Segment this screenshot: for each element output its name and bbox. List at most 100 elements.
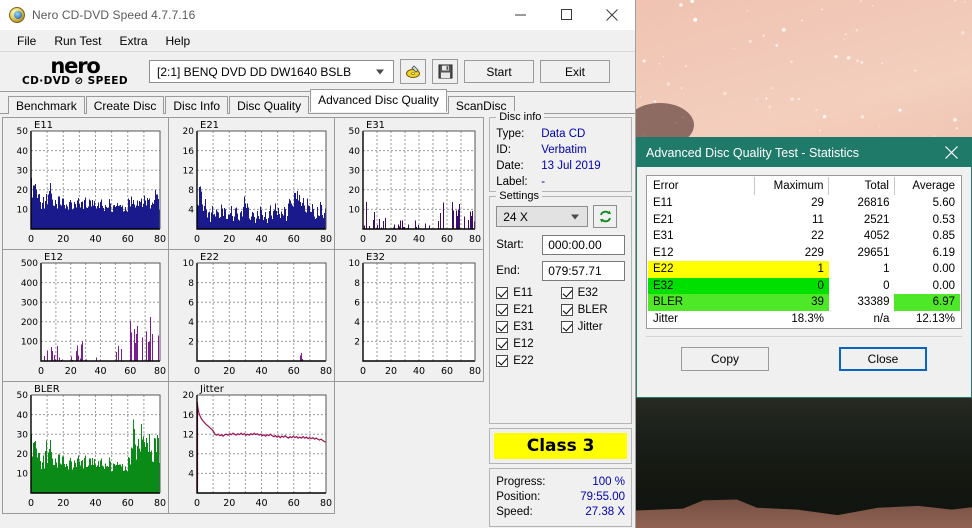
exit-button[interactable]: Exit (540, 60, 610, 83)
drive-select[interactable]: [2:1] BENQ DVD DD DW1640 BSLB (149, 60, 394, 83)
svg-text:10: 10 (183, 259, 195, 269)
svg-text:40: 40 (89, 234, 101, 245)
checkbox-e32-label: E32 (577, 287, 599, 299)
checkbox-e11[interactable]: E11 (496, 287, 560, 299)
disc-info-id-value: Verbatim (541, 144, 587, 156)
svg-text:0: 0 (194, 366, 200, 377)
svg-text:60: 60 (288, 366, 300, 377)
close-icon[interactable] (931, 138, 971, 167)
checkbox-bler[interactable]: BLER (560, 304, 625, 316)
progress-value: 100 % (592, 476, 625, 488)
chart-bler: BLER 10 20 30 40 50 0 20 40 60 80 (2, 381, 169, 514)
tab-benchmark[interactable]: Benchmark (8, 96, 85, 115)
svg-text:80: 80 (320, 234, 332, 245)
menu-help[interactable]: Help (157, 32, 200, 50)
checkbox-e31[interactable]: E31 (496, 321, 560, 333)
table-row[interactable]: E21 11 2521 0.53 (648, 212, 960, 229)
disc-info-label-label: Label: (496, 176, 528, 188)
svg-text:2: 2 (354, 338, 360, 348)
tab-disc-quality[interactable]: Disc Quality (229, 96, 310, 115)
table-row[interactable]: E12 229 29651 6.19 (648, 245, 960, 262)
close-button[interactable]: Close (839, 346, 927, 371)
svg-text:0: 0 (194, 498, 200, 509)
menu-extra[interactable]: Extra (110, 32, 156, 50)
svg-text:400: 400 (21, 279, 38, 289)
svg-text:30: 30 (349, 166, 361, 176)
chart-e11-title: E11 (34, 120, 54, 131)
col-average[interactable]: Average (894, 177, 960, 195)
svg-text:20: 20 (223, 234, 235, 245)
cell-total: 33389 (857, 296, 890, 309)
speed-select-value: 24 X (503, 209, 528, 224)
tab-advanced-disc-quality[interactable]: Advanced Disc Quality (310, 89, 447, 112)
end-input[interactable]: 079:57.71 (542, 261, 625, 281)
cell-error: Jitter (653, 312, 678, 325)
chart-e21: E21 4 8 12 16 20 0 20 40 60 80 (168, 117, 335, 250)
chart-e22: E22 2 4 6 8 10 0 20 40 60 80 (168, 249, 335, 382)
table-header-row: Error Maximum Total Average (648, 177, 960, 195)
menu-file[interactable]: File (8, 32, 45, 50)
table-row[interactable]: E31 22 4052 0.85 (648, 228, 960, 245)
svg-text:30: 30 (17, 430, 29, 440)
statistics-dialog-title: Advanced Disc Quality Test - Statistics (646, 145, 860, 160)
settings-group: Settings 24 X Start: 000:00.00 End: 079:… (489, 190, 632, 424)
checkbox-e32[interactable]: E32 (560, 287, 625, 299)
nero-logo-subtitle: CD·DVD ⊘ SPEED (22, 74, 128, 87)
speed-value: 27.38 X (585, 506, 625, 518)
checkmark-icon (496, 321, 509, 333)
svg-text:20: 20 (17, 186, 29, 196)
checkbox-e12[interactable]: E12 (496, 338, 560, 350)
title-bar: Nero CD-DVD Speed 4.7.7.16 (0, 0, 635, 30)
col-error[interactable]: Error (648, 177, 755, 195)
floppy-save-button[interactable] (432, 59, 458, 84)
statistics-table-wrap: Error Maximum Total Average E11 29 26816 5.… (646, 175, 962, 329)
svg-text:8: 8 (188, 450, 194, 460)
tab-create-disc[interactable]: Create Disc (85, 96, 165, 115)
table-row[interactable]: BLER 39 33389 6.97 (648, 294, 960, 311)
chart-e21-plot: 4 8 12 16 20 0 20 40 60 80 (183, 127, 333, 245)
col-maximum[interactable]: Maximum (754, 177, 830, 195)
start-button[interactable]: Start (464, 60, 534, 83)
cell-average: 0.00 (932, 279, 955, 292)
copy-button[interactable]: Copy (681, 346, 769, 371)
svg-text:10: 10 (17, 470, 29, 480)
speed-select[interactable]: 24 X (496, 206, 589, 227)
checkbox-e21[interactable]: E21 (496, 304, 560, 316)
svg-text:40: 40 (89, 498, 101, 509)
table-row[interactable]: Jitter 18.3% n/a 12.13% (648, 311, 960, 328)
disc-info-row: Date: 13 Jul 2019 (496, 158, 625, 174)
maximize-button[interactable] (543, 0, 589, 30)
nero-logo-word: nero (50, 53, 100, 78)
checkmark-icon (560, 304, 573, 316)
svg-text:12: 12 (183, 430, 194, 440)
eject-disc-button[interactable] (400, 59, 426, 84)
svg-text:60: 60 (288, 234, 300, 245)
speed-label: Speed: (496, 506, 533, 518)
refresh-button[interactable] (593, 205, 618, 228)
progress-row: Speed: 27.38 X (496, 505, 625, 520)
checkbox-e22[interactable]: E22 (496, 355, 560, 367)
cell-total: 0 (883, 279, 890, 292)
disc-info-date-value: 13 Jul 2019 (541, 160, 601, 172)
tab-disc-info[interactable]: Disc Info (165, 96, 229, 115)
table-row[interactable]: E32 0 0 0.00 (648, 277, 960, 294)
charts-grid: E11 10 20 30 40 50 0 20 40 60 80 E21 4 8 12 16 20 0 20 4… (2, 117, 486, 527)
cell-average: 12.13% (915, 312, 955, 325)
svg-text:100: 100 (21, 338, 38, 348)
col-total[interactable]: Total (828, 177, 895, 195)
close-button[interactable] (589, 0, 635, 30)
svg-text:2: 2 (188, 338, 194, 348)
cell-maximum: 39 (754, 294, 829, 311)
svg-text:50: 50 (349, 127, 361, 137)
svg-text:20: 20 (223, 366, 235, 377)
table-row[interactable]: E22 1 1 0.00 (648, 261, 960, 278)
svg-text:4: 4 (188, 318, 194, 328)
progress-group: Progress: 100 % Position: 79:55.00 Speed… (489, 468, 632, 527)
cell-total: 1 (883, 263, 890, 276)
minimize-button[interactable] (497, 0, 543, 30)
menu-run-test[interactable]: Run Test (45, 32, 110, 50)
start-input[interactable]: 000:00.00 (542, 235, 625, 255)
svg-text:0: 0 (194, 234, 200, 245)
table-row[interactable]: E11 29 26816 5.60 (648, 195, 960, 212)
checkbox-jitter[interactable]: Jitter (560, 321, 625, 333)
